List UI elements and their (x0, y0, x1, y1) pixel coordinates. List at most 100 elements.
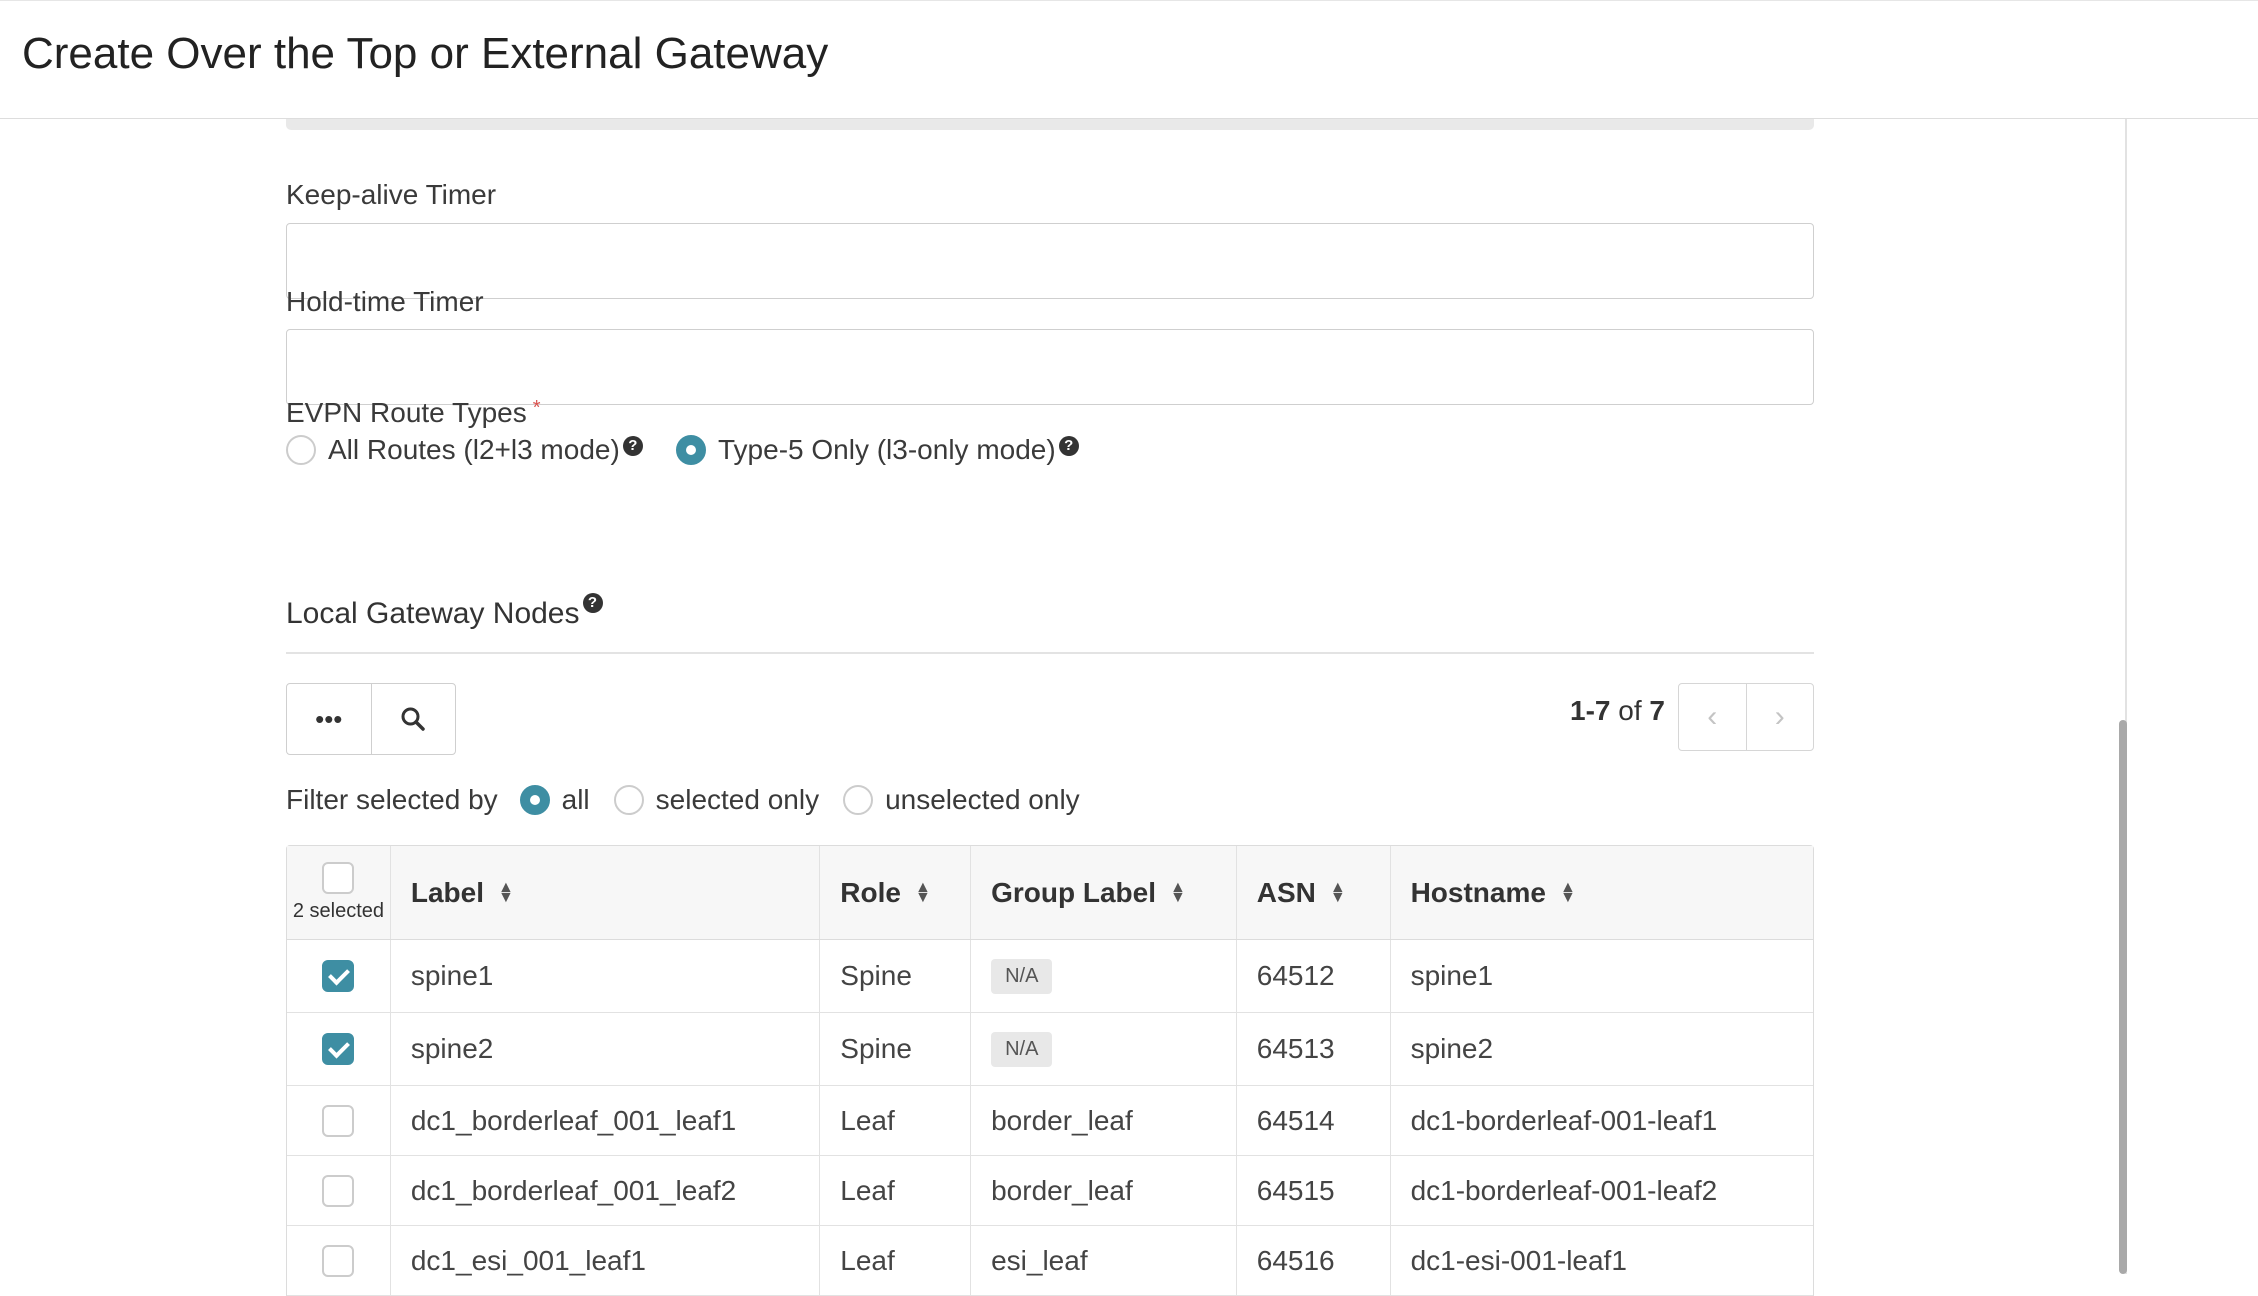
table-row[interactable]: spine2 Spine N/A 64513 spine2 (287, 1013, 1813, 1086)
column-header-hostname[interactable]: Hostname ▲ ▼ (1389, 846, 1813, 939)
cell-group-label: border_leaf (970, 1156, 1236, 1225)
cell-group-label: border_leaf (970, 1086, 1236, 1155)
cell-role: Leaf (819, 1156, 970, 1225)
cell-label: spine2 (389, 1013, 819, 1085)
row-checkbox[interactable] (322, 1174, 355, 1207)
column-title: Label (410, 876, 484, 908)
column-header-role[interactable]: Role ▲ ▼ (819, 846, 970, 939)
table-row[interactable]: dc1_borderleaf_001_leaf2 Leaf border_leaf 6… (287, 1156, 1813, 1226)
section-divider (286, 119, 1814, 130)
cell-asn: 64515 (1235, 1156, 1390, 1225)
radio-label-all-routes: All Routes (l2+l3 mode) (328, 434, 620, 465)
row-select-cell (287, 1086, 390, 1155)
evpn-label-text: EVPN Route Types (286, 397, 527, 428)
help-icon[interactable]: ? (622, 436, 643, 456)
radio-label-filter-unselected-only: unselected only (885, 784, 1080, 815)
cell-asn: 64513 (1235, 1013, 1390, 1085)
group-badge: N/A (991, 1031, 1053, 1067)
row-checkbox[interactable] (322, 1244, 355, 1277)
filter-selected-by: Filter selected by all selected only uns… (286, 784, 1104, 816)
sort-icon: ▲ ▼ (1170, 878, 1186, 906)
table-row[interactable]: dc1_esi_001_leaf1 Leaf esi_leaf 64516 dc1-es… (287, 1226, 1813, 1296)
group-label-text: esi_leaf (991, 1244, 1088, 1276)
column-header-group-label[interactable]: Group Label ▲ ▼ (970, 846, 1236, 939)
table-body: spine1 Spine N/A 64512 spine1 spine2 Spine N/A 6… (287, 940, 1813, 1296)
radio-type5-only[interactable] (676, 435, 706, 465)
cell-group-label: N/A (970, 1013, 1236, 1085)
cell-role: Leaf (819, 1086, 970, 1155)
more-options-button[interactable]: ••• (287, 684, 371, 754)
cell-hostname: spine1 (1389, 940, 1813, 1012)
cell-hostname: spine2 (1389, 1013, 1813, 1085)
radio-label-type5-only: Type-5 Only (l3-only mode) (718, 434, 1056, 465)
column-title: ASN (1256, 876, 1316, 908)
cell-asn: 64516 (1235, 1226, 1390, 1295)
holdtime-label: Hold-time Timer (286, 286, 484, 317)
row-select-cell (287, 1226, 390, 1295)
cell-role: Spine (819, 1013, 970, 1085)
filter-label: Filter selected by (286, 784, 498, 815)
column-header-asn[interactable]: ASN ▲ ▼ (1235, 846, 1390, 939)
cell-label: dc1_borderleaf_001_leaf1 (389, 1086, 819, 1155)
table-header: 2 selected Label ▲ ▼ Role ▲ ▼ Group Label … (287, 846, 1813, 940)
row-checkbox[interactable] (322, 1033, 355, 1065)
help-icon[interactable]: ? (1058, 436, 1079, 456)
group-badge: N/A (991, 958, 1053, 994)
more-icon: ••• (315, 703, 343, 734)
section-title-text: Local Gateway Nodes (286, 597, 580, 630)
cell-asn: 64514 (1235, 1086, 1390, 1155)
cell-role: Leaf (819, 1226, 970, 1295)
sort-icon: ▲ ▼ (1329, 878, 1346, 906)
cell-label: dc1_borderleaf_001_leaf2 (389, 1156, 819, 1225)
prev-page-button[interactable]: ‹ (1679, 684, 1746, 750)
evpn-option-all-routes[interactable]: All Routes (l2+l3 mode) ? (286, 434, 643, 466)
search-icon (401, 707, 425, 731)
gateway-nodes-table: 2 selected Label ▲ ▼ Role ▲ ▼ Group Label … (286, 845, 1814, 1296)
cell-label: dc1_esi_001_leaf1 (389, 1226, 819, 1295)
page-title: Create Over the Top or External Gateway (22, 29, 829, 78)
holdtime-input[interactable] (286, 329, 1814, 405)
radio-label-filter-selected-only: selected only (655, 784, 820, 815)
column-title: Role (840, 876, 901, 908)
select-all-checkbox[interactable] (322, 862, 355, 894)
evpn-route-types-label: EVPN Route Types * (286, 397, 541, 429)
next-page-button[interactable]: › (1745, 684, 1814, 750)
chevron-left-icon: ‹ (1707, 700, 1718, 733)
group-label-text: border_leaf (991, 1174, 1133, 1206)
row-select-cell (287, 940, 390, 1012)
radio-all-routes[interactable] (286, 435, 316, 465)
pagination-of: of (1618, 695, 1642, 726)
row-checkbox[interactable] (322, 960, 355, 992)
search-button[interactable] (370, 684, 456, 754)
help-icon[interactable]: ? (582, 593, 603, 613)
column-header-label[interactable]: Label ▲ ▼ (389, 846, 819, 939)
cell-hostname: dc1-borderleaf-001-leaf2 (1389, 1156, 1813, 1225)
radio-filter-selected-only[interactable] (613, 785, 644, 815)
row-checkbox[interactable] (322, 1104, 355, 1137)
radio-filter-all[interactable] (519, 785, 550, 815)
table-row[interactable]: spine1 Spine N/A 64512 spine1 (287, 940, 1813, 1013)
modal-header: Create Over the Top or External Gateway (0, 0, 2258, 119)
cell-asn: 64512 (1235, 940, 1390, 1012)
chevron-right-icon: › (1774, 700, 1785, 733)
pagination-summary: 1-7 of 7 (1500, 695, 1665, 727)
group-label-text: border_leaf (991, 1104, 1133, 1136)
scrollbar[interactable] (2119, 720, 2127, 1274)
local-gateway-nodes-title: Local Gateway Nodes? (286, 593, 603, 631)
table-toolbar: ••• (286, 683, 456, 755)
select-all-cell: 2 selected (287, 846, 390, 939)
sort-icon: ▲ ▼ (914, 878, 931, 906)
pagination-total: 7 (1649, 695, 1665, 726)
column-title: Hostname (1410, 876, 1546, 908)
cell-group-label: esi_leaf (970, 1226, 1236, 1295)
cell-role: Spine (819, 940, 970, 1012)
column-title: Group Label (991, 876, 1156, 908)
table-row[interactable]: dc1_borderleaf_001_leaf1 Leaf border_leaf 6… (287, 1086, 1813, 1156)
evpn-option-type5[interactable]: Type-5 Only (l3-only mode) ? (676, 434, 1079, 466)
radio-filter-unselected-only[interactable] (843, 785, 874, 815)
cell-hostname: dc1-borderleaf-001-leaf1 (1389, 1086, 1813, 1155)
section-divider (286, 652, 1814, 654)
keepalive-input[interactable] (286, 223, 1814, 299)
cell-hostname: dc1-esi-001-leaf1 (1389, 1226, 1813, 1295)
row-select-cell (287, 1013, 390, 1085)
